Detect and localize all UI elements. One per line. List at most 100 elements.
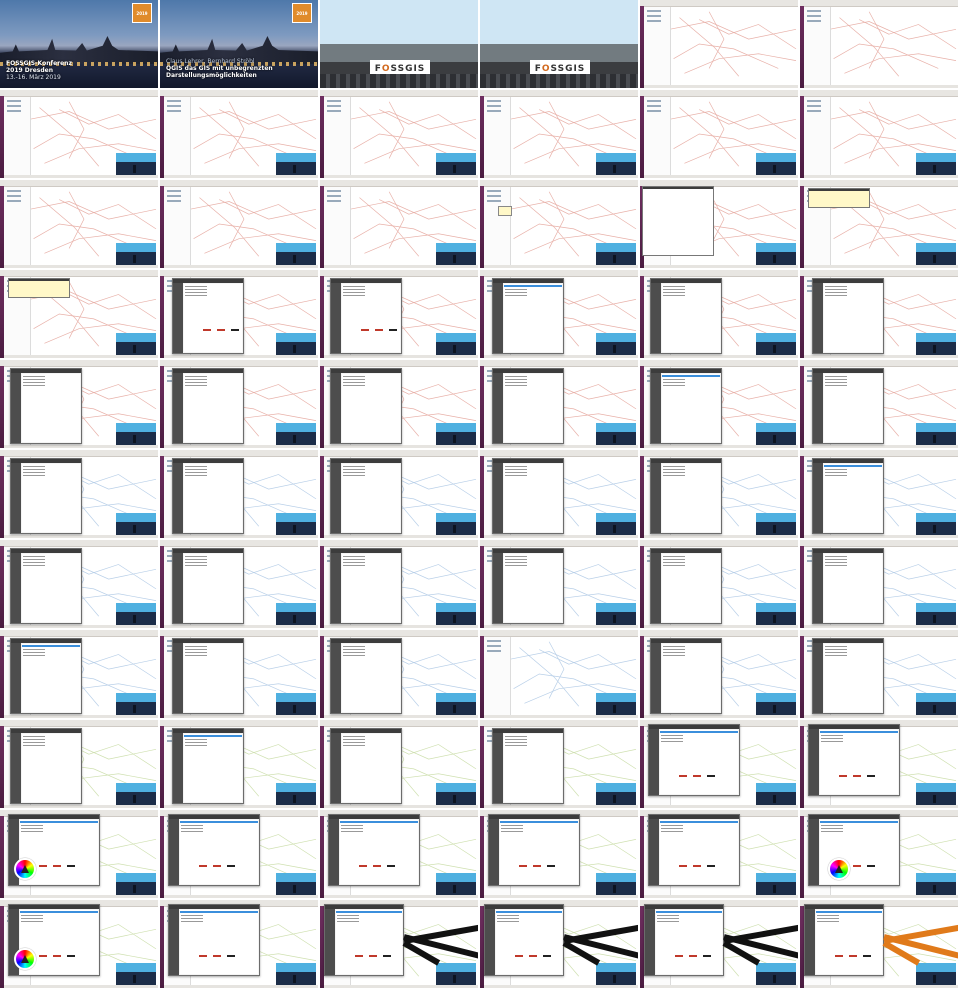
video-frame-thumbnail[interactable] [320, 450, 479, 539]
property-row[interactable] [663, 295, 685, 296]
property-row[interactable] [821, 825, 843, 826]
video-frame-thumbnail[interactable] [320, 630, 479, 719]
property-row[interactable] [661, 828, 683, 829]
video-frame-thumbnail[interactable] [480, 450, 639, 539]
property-row[interactable] [337, 915, 359, 916]
layer-item[interactable] [7, 190, 21, 192]
toolbar[interactable] [480, 90, 638, 97]
property-row[interactable] [663, 382, 685, 383]
layer-item[interactable] [327, 105, 341, 107]
property-row[interactable] [821, 828, 843, 829]
color-swatch[interactable] [529, 955, 537, 957]
dialog-titlebar[interactable] [651, 279, 721, 283]
color-swatch[interactable] [547, 865, 555, 867]
color-swatch[interactable] [707, 775, 715, 777]
dialog-tab-sidebar[interactable] [493, 283, 503, 353]
selected-row[interactable] [20, 911, 98, 913]
property-row[interactable] [825, 655, 847, 656]
layers-panel[interactable] [4, 187, 31, 265]
property-row[interactable] [185, 469, 207, 470]
color-swatch[interactable] [369, 955, 377, 957]
context-menu[interactable] [498, 206, 512, 216]
layer-properties-dialog[interactable] [10, 638, 82, 714]
dialog-titlebar[interactable] [325, 905, 403, 909]
layer-item[interactable] [327, 190, 341, 192]
dialog-titlebar[interactable] [651, 549, 721, 553]
property-row[interactable] [343, 652, 365, 653]
layer-properties-dialog[interactable] [812, 548, 884, 624]
layer-item[interactable] [327, 110, 341, 112]
dialog-tab-sidebar[interactable] [649, 729, 659, 795]
video-frame-thumbnail[interactable] [320, 810, 479, 899]
layer-properties-dialog[interactable] [650, 548, 722, 624]
dialog-tab-sidebar[interactable] [11, 553, 21, 623]
toolbar[interactable] [160, 90, 318, 97]
dialog-titlebar[interactable] [651, 459, 721, 463]
toolbar[interactable] [480, 720, 638, 727]
layer-item[interactable] [647, 100, 661, 102]
color-swatch[interactable] [849, 955, 857, 957]
dialog-tab-sidebar[interactable] [489, 819, 499, 885]
toolbar[interactable] [800, 180, 958, 187]
video-frame-thumbnail[interactable] [160, 720, 319, 809]
toolbar[interactable] [800, 450, 958, 457]
toolbar[interactable] [800, 360, 958, 367]
property-row[interactable] [343, 736, 365, 737]
toolbar[interactable] [0, 360, 158, 367]
dialog-titlebar[interactable] [813, 369, 883, 373]
video-frame-thumbnail[interactable] [160, 540, 319, 629]
layers-panel[interactable] [164, 187, 191, 265]
toolbar[interactable] [160, 540, 318, 547]
property-row[interactable] [23, 652, 45, 653]
property-row[interactable] [663, 466, 685, 467]
property-row[interactable] [663, 562, 685, 563]
dialog-titlebar[interactable] [173, 279, 243, 283]
property-row[interactable] [497, 915, 519, 916]
video-frame-thumbnail[interactable] [0, 900, 159, 989]
property-row[interactable] [663, 556, 685, 557]
property-row[interactable] [343, 382, 365, 383]
video-frame-thumbnail[interactable] [320, 180, 479, 269]
property-row[interactable] [181, 921, 203, 922]
property-row[interactable] [657, 918, 679, 919]
video-frame-thumbnail[interactable] [160, 360, 319, 449]
property-row[interactable] [185, 556, 207, 557]
dialog-titlebar[interactable] [493, 279, 563, 283]
video-frame-thumbnail[interactable] [640, 810, 799, 899]
color-swatch[interactable] [359, 865, 367, 867]
color-wheel-picker[interactable] [14, 948, 36, 970]
property-row[interactable] [343, 469, 365, 470]
property-row[interactable] [181, 918, 203, 919]
toolbar[interactable] [0, 720, 158, 727]
video-frame-thumbnail[interactable] [480, 810, 639, 899]
layer-item[interactable] [167, 200, 181, 202]
layer-item[interactable] [487, 640, 501, 642]
toolbar[interactable] [160, 450, 318, 457]
layer-properties-dialog[interactable] [812, 458, 884, 534]
dialog-tab-sidebar[interactable] [169, 819, 179, 885]
layer-item[interactable] [807, 100, 821, 102]
toolbar[interactable] [640, 270, 798, 277]
color-swatch[interactable] [53, 865, 61, 867]
property-row[interactable] [663, 475, 685, 476]
dialog-titlebar[interactable] [331, 369, 401, 373]
property-row[interactable] [663, 655, 685, 656]
property-row[interactable] [501, 831, 523, 832]
toolbar[interactable] [640, 360, 798, 367]
toolbar[interactable] [320, 180, 478, 187]
property-row[interactable] [661, 738, 683, 739]
property-row[interactable] [505, 475, 527, 476]
property-row[interactable] [23, 745, 45, 746]
dialog-tab-sidebar[interactable] [173, 553, 183, 623]
video-frame-thumbnail[interactable] [800, 450, 959, 539]
attribute-table-window[interactable] [808, 188, 870, 208]
color-swatch[interactable] [693, 775, 701, 777]
property-row[interactable] [21, 825, 43, 826]
dialog-tab-sidebar[interactable] [11, 643, 21, 713]
layers-panel[interactable] [484, 637, 511, 715]
layer-item[interactable] [647, 105, 661, 107]
toolbar[interactable] [480, 450, 638, 457]
symbol-selector-dialog[interactable] [168, 904, 260, 976]
toolbar[interactable] [640, 450, 798, 457]
dialog-tab-sidebar[interactable] [651, 643, 661, 713]
